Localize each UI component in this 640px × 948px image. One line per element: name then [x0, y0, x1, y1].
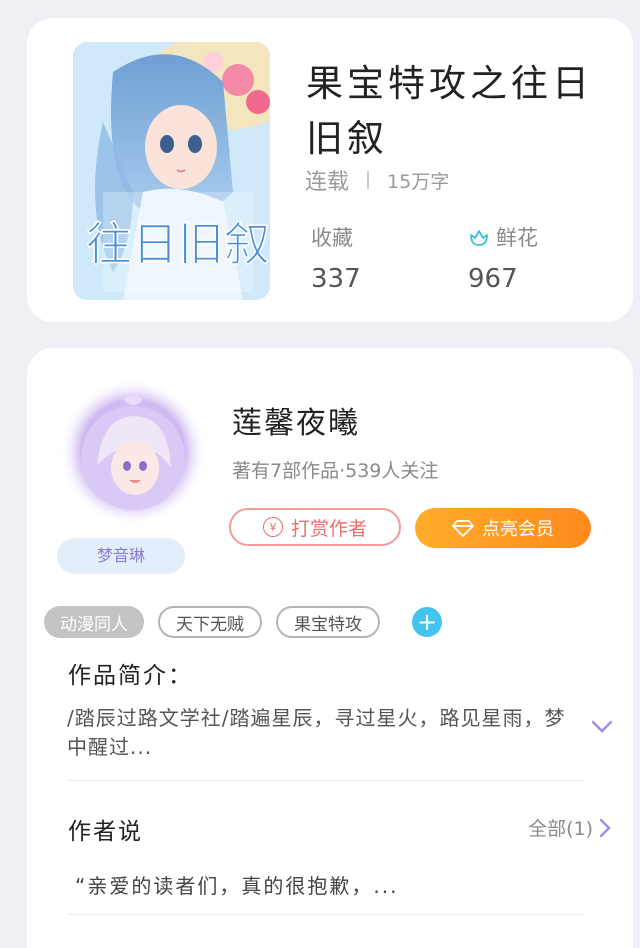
activate-vip-button[interactable]: 点亮会员 [415, 508, 591, 548]
divider [68, 914, 585, 915]
tag-item[interactable]: 天下无贼 [158, 606, 262, 638]
flower-icon [470, 230, 488, 246]
book-title: 果宝特攻之往日旧叙 [306, 62, 593, 160]
tip-author-label: 打赏作者 [290, 517, 367, 540]
serial-status: 连载 [305, 170, 350, 195]
book-info-card: 往日旧叙 果宝特攻之往日旧叙 连载 15万字 收藏 337 鲜花 967 [27, 18, 633, 322]
coin-icon: ¥ [262, 517, 283, 537]
chevron-right-icon [599, 818, 611, 837]
tag-item[interactable]: 果宝特攻 [276, 606, 380, 638]
intro-heading: 作品简介： [68, 663, 193, 689]
tag-item[interactable]: 动漫同人 [44, 606, 144, 638]
vip-label: 点亮会员 [482, 519, 554, 540]
tag-list: 动漫同人 天下无贼 果宝特攻 + [44, 606, 442, 638]
collect-count: 337 [311, 264, 361, 294]
word-count: 15万字 [387, 170, 450, 193]
divider [68, 780, 585, 781]
book-cover-image[interactable]: 往日旧叙 [73, 42, 270, 300]
avatar-image [59, 378, 207, 526]
author-meta: 著有7部作品·539人关注 [232, 460, 439, 482]
cover-illustration: 往日旧叙 [73, 42, 270, 300]
status-divider [367, 171, 370, 189]
author-name[interactable]: 莲馨夜曦 [232, 398, 360, 442]
intro-text[interactable]: /踏辰过路文学社/踏遍星辰，寻过星火，路见星雨，梦中醒过... [67, 704, 567, 762]
author-say-all-label: 全部(1) [528, 818, 593, 840]
flower-label: 鲜花 [496, 226, 538, 250]
cover-title-text: 往日旧叙 [86, 217, 270, 271]
tip-author-button[interactable]: ¥ 打赏作者 [229, 508, 401, 546]
diamond-icon [452, 520, 474, 537]
flower-count: 967 [468, 264, 518, 294]
avatar-badge: 梦音琳 [57, 538, 185, 574]
author-avatar[interactable] [57, 376, 209, 528]
book-status-line: 连载 15万字 [305, 164, 449, 196]
author-card: 梦音琳 莲馨夜曦 著有7部作品·539人关注 ¥ 打赏作者 点亮会员 动漫同人 … [27, 348, 633, 948]
author-say-heading: 作者说 [68, 819, 143, 845]
chevron-down-icon[interactable] [591, 720, 613, 734]
flower-stat[interactable]: 鲜花 967 [468, 222, 538, 294]
add-tag-button[interactable]: + [412, 607, 442, 637]
collect-stat: 收藏 337 [311, 222, 361, 294]
author-say-all-link[interactable]: 全部(1) [528, 814, 611, 841]
author-say-text[interactable]: “亲爱的读者们，真的很抱歉，... [75, 870, 398, 899]
collect-label: 收藏 [311, 226, 353, 250]
